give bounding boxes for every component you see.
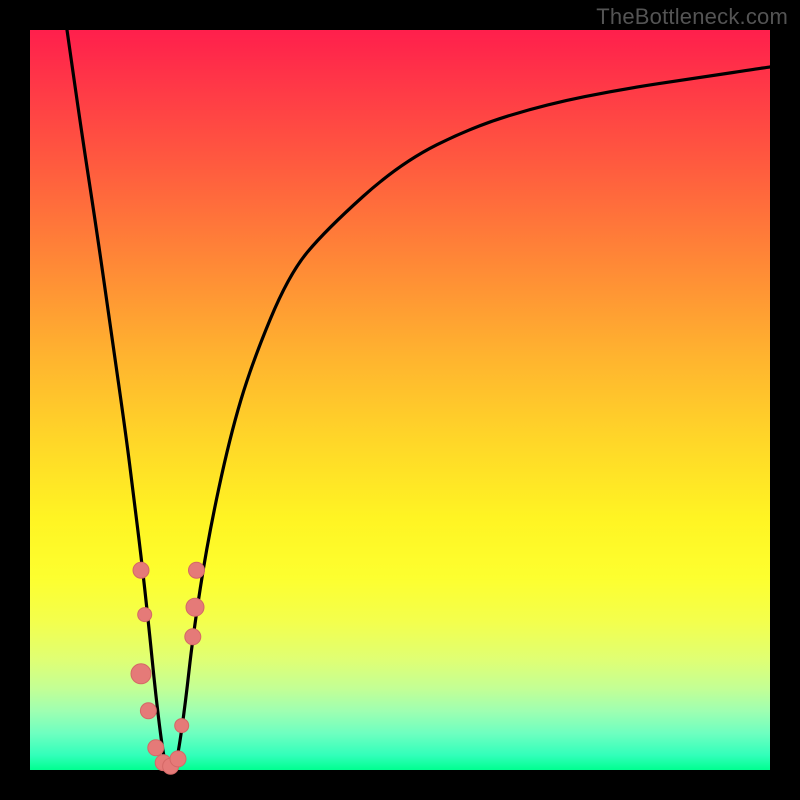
bottleneck-curve [67, 30, 770, 769]
data-point [138, 608, 152, 622]
dots-layer [131, 562, 205, 774]
curve-layer [67, 30, 770, 769]
data-point [148, 740, 164, 756]
data-point [133, 562, 149, 578]
data-point [131, 664, 151, 684]
overlay-svg [0, 0, 800, 800]
data-point [175, 719, 189, 733]
data-point [170, 751, 186, 767]
data-point [186, 598, 204, 616]
data-point [189, 562, 205, 578]
data-point [140, 703, 156, 719]
chart-frame: TheBottleneck.com [0, 0, 800, 800]
data-point [185, 629, 201, 645]
